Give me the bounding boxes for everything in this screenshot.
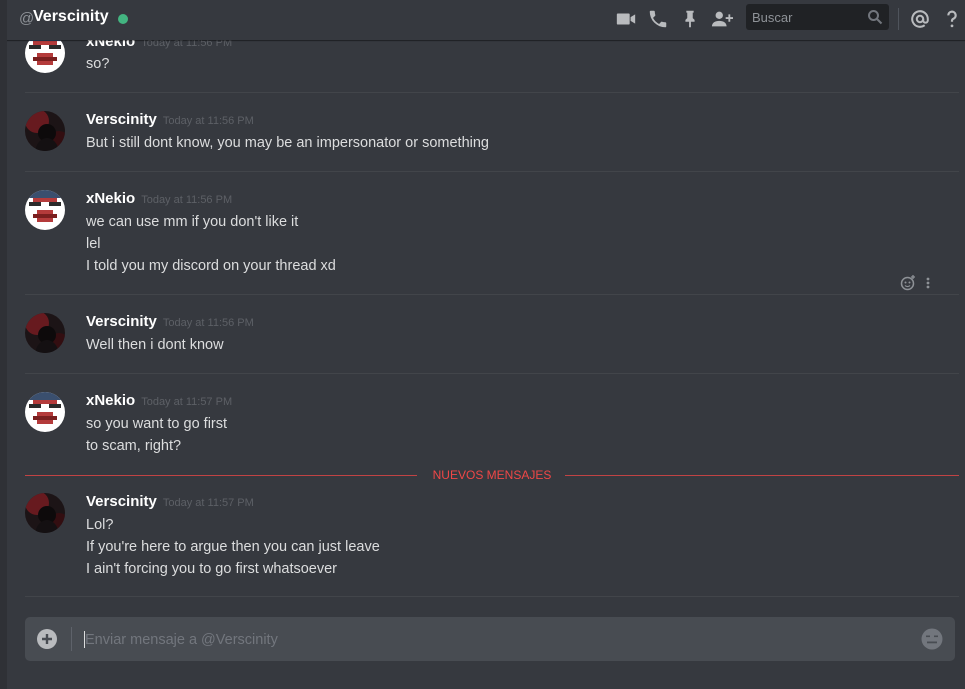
message-author[interactable]: Verscinity Today at 11:56 PM: [86, 111, 254, 130]
search-icon[interactable]: [867, 9, 883, 25]
mention-icon[interactable]: [909, 8, 931, 30]
at-symbol: @: [19, 10, 35, 27]
more-options-icon[interactable]: [924, 275, 932, 291]
message-text: Well then i dont know: [86, 337, 224, 353]
message-input[interactable]: [83, 617, 907, 663]
emoji-picker-icon[interactable]: [921, 628, 943, 650]
online-status-indicator: [118, 14, 128, 24]
message-divider: [25, 373, 959, 374]
message-divider: [25, 92, 959, 93]
channel-header: @ Verscinity: [7, 0, 965, 40]
pixel-avatar-icon[interactable]: [25, 40, 65, 73]
message-timestamp: Today at 11:56 PM: [162, 115, 254, 127]
message-divider: [25, 596, 959, 597]
voice-call-icon[interactable]: [647, 8, 669, 30]
message-text: I ain't forcing you to go first whatsoev…: [86, 561, 338, 577]
new-messages-divider: NUEVOS MENSAJES: [25, 468, 959, 482]
message-text: If you're here to argue then you can jus…: [86, 539, 380, 555]
message-author[interactable]: xNekio Today at 11:56 PM: [86, 190, 232, 209]
message-list[interactable]: xNekio Today at 11:56 PM so? Verscinity To…: [7, 40, 965, 605]
message-text: so?: [86, 56, 110, 72]
add-reaction-icon[interactable]: [900, 275, 916, 291]
message-composer: [25, 617, 955, 663]
new-messages-label: NUEVOS MENSAJES: [25, 468, 959, 482]
add-friend-icon[interactable]: [711, 8, 733, 30]
message-timestamp: Today at 11:56 PM: [141, 40, 233, 49]
pin-icon[interactable]: [679, 8, 701, 30]
message-author[interactable]: Verscinity Today at 11:56 PM: [86, 313, 254, 332]
message-timestamp: Today at 11:56 PM: [162, 317, 254, 329]
message-text: we can use mm if you don't like it: [86, 214, 299, 230]
message-timestamp: Today at 11:57 PM: [141, 396, 233, 408]
left-sidebar-edge: [0, 0, 7, 689]
video-call-icon[interactable]: [615, 8, 637, 30]
message-timestamp: Today at 11:56 PM: [141, 194, 233, 206]
message-author[interactable]: Verscinity Today at 11:57 PM: [86, 493, 254, 512]
message-timestamp: Today at 11:57 PM: [162, 497, 254, 509]
dark-photo-avatar[interactable]: [25, 313, 65, 353]
add-attachment-icon[interactable]: [37, 629, 57, 649]
dark-photo-avatar[interactable]: [25, 493, 65, 533]
pixel-avatar-icon[interactable]: [25, 392, 65, 432]
message-hover-actions: [900, 274, 940, 292]
message-text: I told you my discord on your thread xd: [86, 258, 336, 274]
message-text: lel: [86, 236, 101, 252]
page-title: Verscinity: [33, 8, 109, 25]
header-divider: [898, 8, 899, 30]
composer-divider: [71, 627, 72, 651]
pixel-avatar-icon[interactable]: [25, 190, 65, 230]
text-caret: [84, 631, 85, 648]
message-author[interactable]: xNekio Today at 11:57 PM: [86, 392, 232, 411]
message-author[interactable]: xNekio Today at 11:56 PM: [86, 40, 232, 52]
message-divider: [25, 171, 959, 172]
dark-photo-avatar[interactable]: [25, 111, 65, 151]
message-divider: [25, 294, 959, 295]
search-box[interactable]: [746, 4, 889, 30]
message-text: Lol?: [86, 517, 114, 533]
message-text: so you want to go first: [86, 416, 228, 432]
message-text: to scam, right?: [86, 438, 182, 454]
search-input[interactable]: [746, 4, 862, 30]
help-icon[interactable]: [941, 8, 963, 30]
message-text: But i still dont know, you may be an imp…: [86, 135, 489, 151]
